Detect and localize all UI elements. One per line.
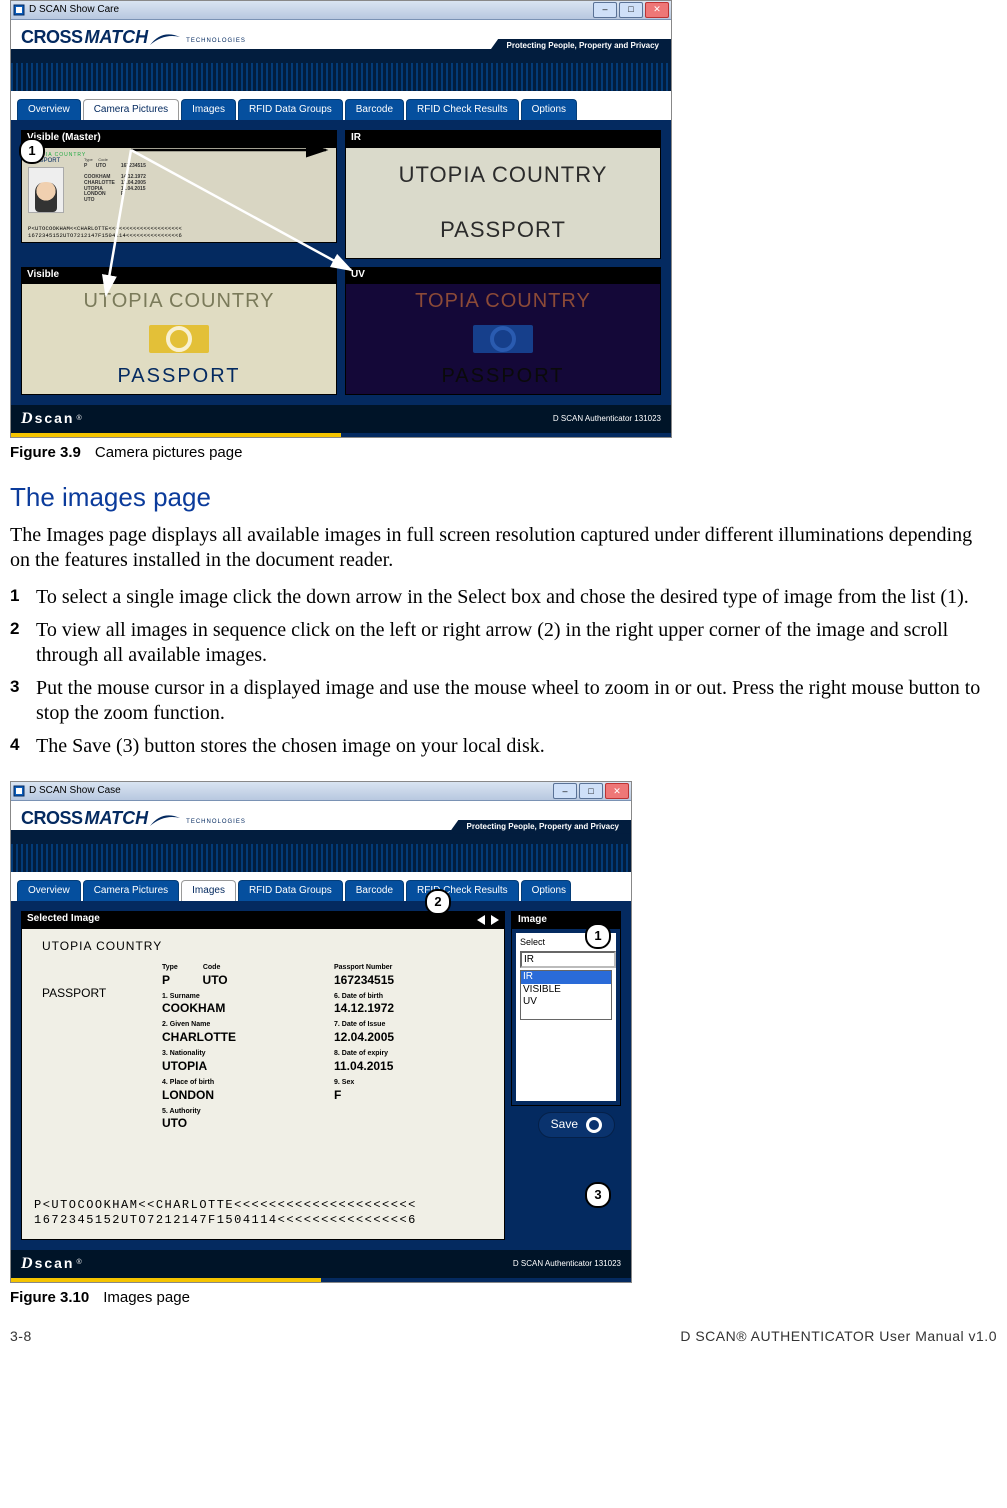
selected-image-view[interactable]: UTOPIA COUNTRY PASSPORT Type Code P UTO: [21, 928, 505, 1240]
app-footer: Dscan® D SCAN Authenticator 131023: [11, 405, 671, 433]
tab-camera-pictures[interactable]: Camera Pictures: [83, 99, 179, 121]
next-image-arrow-icon[interactable]: [491, 915, 499, 925]
tagline: Protecting People, Property and Privacy: [489, 39, 672, 53]
yellow-accent-line: [11, 433, 671, 437]
visible-image[interactable]: UTOPIA COUNTRY PASSPORT: [21, 283, 337, 395]
maximize-button[interactable]: □: [619, 2, 643, 18]
tab-barcode[interactable]: Barcode: [345, 99, 404, 121]
tab-overview[interactable]: Overview: [17, 99, 81, 121]
panel-uv: UV TOPIA COUNTRY PASSPORT: [345, 267, 661, 396]
tab-rfid-data-groups[interactable]: RFID Data Groups: [238, 880, 343, 902]
close-button[interactable]: ✕: [645, 2, 669, 18]
panel-head-visible-master: Visible (Master): [21, 130, 337, 147]
tab-camera-pictures[interactable]: Camera Pictures: [83, 880, 179, 902]
app-icon: [13, 785, 25, 797]
callout-1b: 1: [585, 923, 611, 949]
tagline: Protecting People, Property and Privacy: [449, 820, 632, 834]
fig39-window: D SCAN Show Care – □ ✕ CROSSMATCH TECHNO…: [10, 0, 672, 438]
figure-39-caption: Figure 3.9Camera pictures page: [10, 444, 997, 463]
tab-images[interactable]: Images: [181, 99, 236, 121]
window-title-2: D SCAN Show Case: [29, 785, 549, 798]
dscan-logo: Dscan®: [21, 409, 82, 429]
section-heading: The images page: [10, 481, 997, 514]
instruction-list: To select a single image click the down …: [10, 585, 997, 759]
panel-head-visible: Visible: [21, 267, 337, 284]
callout-1: 1: [19, 138, 45, 164]
page-number: 3-8: [10, 1328, 32, 1346]
tabbar-39: Overview Camera Pictures Images RFID Dat…: [11, 97, 671, 121]
fig310-window: D SCAN Show Case – □ ✕ CROSSMATCH TECHNO…: [10, 781, 632, 1283]
tab-overview[interactable]: Overview: [17, 880, 81, 902]
save-disc-icon: [586, 1117, 602, 1133]
panel-visible-master: Visible (Master) UTOPIA COUNTRY PASSPORT…: [21, 130, 337, 259]
titlebar: D SCAN Show Care – □ ✕: [11, 1, 671, 20]
step-2: To view all images in sequence click on …: [10, 618, 997, 668]
tab-barcode[interactable]: Barcode: [345, 880, 404, 902]
select-option-uv[interactable]: UV: [521, 996, 611, 1009]
callout-2: 2: [425, 889, 451, 915]
section-intro: The Images page displays all available i…: [10, 523, 997, 573]
select-label: Select: [520, 937, 545, 947]
figure-310-caption: Figure 3.10Images page: [10, 1289, 997, 1308]
panel-ir: IR UTOPIA COUNTRY PASSPORT: [345, 130, 661, 259]
images-frame: Selected Image UTOPIA COUNTRY PASSPORT T…: [11, 901, 631, 1250]
emblem-icon: [149, 325, 209, 353]
tab-rfid-check-results[interactable]: RFID Check Results: [406, 880, 519, 902]
step-1: To select a single image click the down …: [10, 585, 997, 610]
tab-images[interactable]: Images: [181, 880, 236, 902]
portrait-photo: [28, 167, 64, 213]
image-select-panel: Select IR VISIBLE UV: [516, 933, 616, 1101]
product-footer-text: D SCAN Authenticator 131023: [513, 1259, 621, 1269]
minimize-button[interactable]: –: [553, 783, 577, 799]
passport-bio-image[interactable]: UTOPIA COUNTRY PASSPORT Type Code P UTO …: [21, 147, 337, 243]
callout-3: 3: [585, 1182, 611, 1208]
step-3: Put the mouse cursor in a displayed imag…: [10, 676, 997, 726]
tab-rfid-check-results[interactable]: RFID Check Results: [406, 99, 519, 121]
camera-pictures-frame: Visible (Master) UTOPIA COUNTRY PASSPORT…: [11, 120, 671, 405]
select-dropdown-list[interactable]: IR VISIBLE UV: [520, 970, 612, 1020]
panel-head-uv: UV: [345, 267, 661, 284]
panel-head-ir: IR: [345, 130, 661, 147]
barcode-decoration: [11, 844, 631, 872]
select-input[interactable]: [520, 951, 616, 968]
manual-title: D SCAN® AUTHENTICATOR User Manual v1.0: [680, 1328, 997, 1346]
panel-visible: Visible UTOPIA COUNTRY PASSPORT: [21, 267, 337, 396]
tab-options[interactable]: Options: [521, 880, 571, 902]
titlebar-2: D SCAN Show Case – □ ✕: [11, 782, 631, 801]
save-button[interactable]: Save: [538, 1112, 615, 1138]
tab-options[interactable]: Options: [521, 99, 577, 121]
crossmatch-logo: CROSSMATCH TECHNOLOGIES: [21, 26, 246, 49]
select-option-ir[interactable]: IR: [521, 971, 611, 984]
barcode-decoration: [11, 63, 671, 91]
product-footer-text: D SCAN Authenticator 131023: [553, 414, 661, 424]
emblem-uv-icon: [473, 325, 533, 353]
swoosh-icon: [150, 31, 180, 49]
tagline-strip: Protecting People, Property and Privacy: [11, 49, 671, 63]
dscan-logo: Dscan®: [21, 1254, 82, 1274]
select-option-visible[interactable]: VISIBLE: [521, 984, 611, 997]
step-4: The Save (3) button stores the chosen im…: [10, 734, 997, 759]
app-icon: [13, 4, 25, 16]
uv-image[interactable]: TOPIA COUNTRY PASSPORT: [345, 283, 661, 395]
tabbar-310: Overview Camera Pictures Images RFID Dat…: [11, 878, 631, 902]
swoosh-icon: [150, 812, 180, 830]
ir-image[interactable]: UTOPIA COUNTRY PASSPORT: [345, 147, 661, 259]
minimize-button[interactable]: –: [593, 2, 617, 18]
close-button[interactable]: ✕: [605, 783, 629, 799]
window-title: D SCAN Show Care: [29, 4, 589, 17]
tab-rfid-data-groups[interactable]: RFID Data Groups: [238, 99, 343, 121]
page-footer: 3-8 D SCAN® AUTHENTICATOR User Manual v1…: [10, 1328, 997, 1346]
crossmatch-logo: CROSSMATCH TECHNOLOGIES: [21, 807, 246, 830]
prev-image-arrow-icon[interactable]: [477, 915, 485, 925]
window-buttons: – □ ✕: [593, 2, 669, 18]
maximize-button[interactable]: □: [579, 783, 603, 799]
